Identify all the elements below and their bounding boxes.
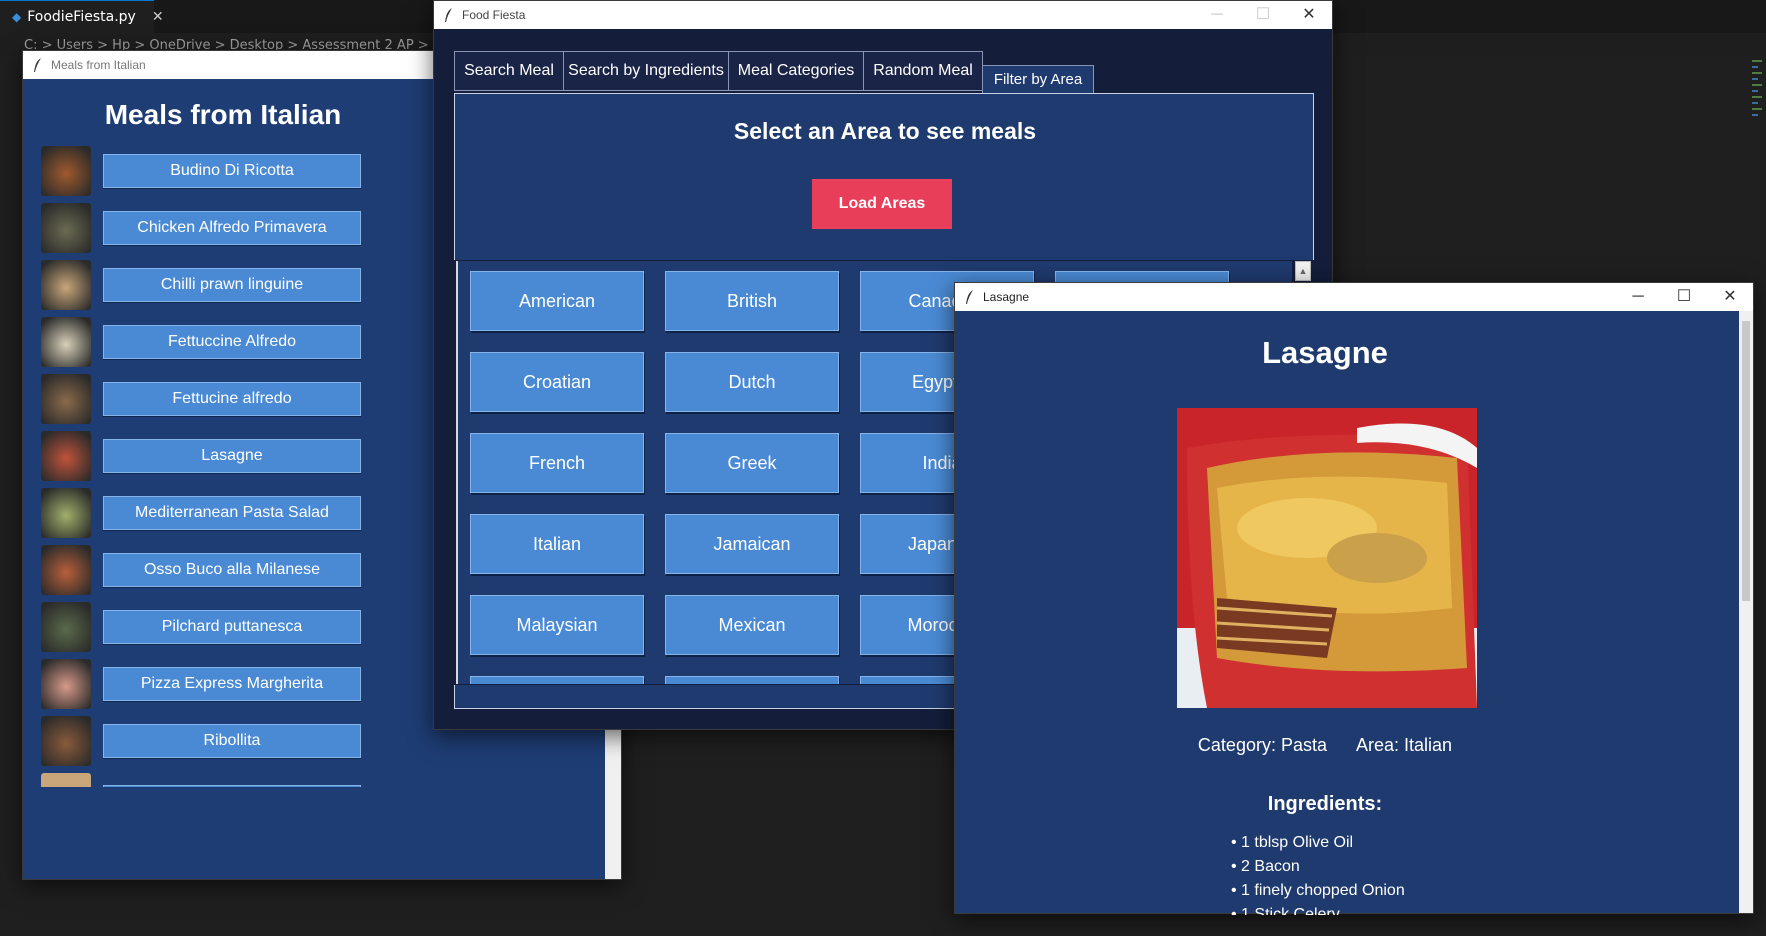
feather-icon — [445, 8, 452, 22]
meal-row: Fettucine alfredo — [41, 374, 371, 428]
area-button[interactable]: British — [665, 271, 839, 331]
close-icon[interactable]: ✕ — [1286, 1, 1332, 29]
meal-thumbnail — [41, 716, 91, 766]
maximize-icon[interactable]: ☐ — [1661, 283, 1707, 311]
feather-icon — [966, 290, 973, 304]
area-button[interactable]: Dutch — [665, 352, 839, 412]
ingredient-item: • 1 tblsp Olive Oil — [1231, 834, 1354, 851]
filter-area-panel: Select an Area to see meals Load Areas — [454, 93, 1314, 260]
meal-meta: Category: Pasta Area: Italian — [955, 735, 1695, 756]
fiesta-titlebar[interactable]: Food Fiesta ─ ☐ ✕ — [434, 1, 1332, 29]
minimize-icon[interactable]: ─ — [1615, 283, 1661, 311]
meal-button[interactable]: Mediterranean Pasta Salad — [103, 496, 361, 530]
ingredient-item: • 1 Stick Celery — [1231, 906, 1340, 915]
meal-thumbnail — [41, 431, 91, 481]
editor-tab[interactable]: ◆ FoodieFiesta.py ✕ — [0, 0, 164, 33]
meal-thumbnail — [41, 773, 91, 787]
ingredients-heading: Ingredients: — [1267, 793, 1383, 815]
meal-image — [1177, 408, 1477, 708]
meal-thumbnail — [41, 146, 91, 196]
meal-row: Pizza Express Margherita — [41, 659, 371, 713]
area-button[interactable]: Jamaican — [665, 514, 839, 574]
area-button[interactable]: Mexican — [665, 595, 839, 655]
area-button[interactable]: American — [470, 271, 644, 331]
meal-button[interactable]: Chilli prawn linguine — [103, 268, 361, 302]
meal-thumbnail — [41, 545, 91, 595]
area-button[interactable] — [470, 676, 644, 684]
meal-thumbnail — [41, 488, 91, 538]
load-areas-button[interactable]: Load Areas — [812, 179, 952, 229]
meal-title: Lasagne — [1262, 335, 1388, 370]
meal-category: Category: Pasta — [1197, 735, 1327, 755]
meal-row: Osso Buco alla Milanese — [41, 545, 371, 599]
meal-thumbnail — [41, 260, 91, 310]
meal-button[interactable]: Pizza Express Margherita — [103, 667, 361, 701]
meal-button[interactable]: Chicken Alfredo Primavera — [103, 211, 361, 245]
ingredient-list: • 1 tblsp Olive Oil • 2 Bacon • 1 finely c… — [1231, 831, 1405, 915]
area-heading: Select an Area to see meals — [733, 118, 1037, 144]
maximize-icon[interactable]: ☐ — [1240, 1, 1286, 29]
lasagne-scrollbar[interactable] — [1739, 311, 1753, 913]
area-button[interactable]: French — [470, 433, 644, 493]
meal-button[interactable]: Fettuccine Alfredo — [103, 325, 361, 359]
area-button[interactable]: Italian — [470, 514, 644, 574]
meal-button[interactable]: Budino Di Ricotta — [103, 154, 361, 188]
fiesta-window-title: Food Fiesta — [462, 8, 526, 22]
meal-row: Chicken Alfredo Primavera — [41, 203, 371, 257]
meal-row: Fettuccine Alfredo — [41, 317, 371, 371]
meal-thumbnail — [41, 374, 91, 424]
area-button[interactable]: Malaysian — [470, 595, 644, 655]
lasagne-window-title: Lasagne — [983, 290, 1030, 304]
meal-row: Ribollita — [41, 716, 371, 770]
meal-thumbnail — [41, 203, 91, 253]
minimize-icon[interactable]: ─ — [1194, 1, 1240, 29]
tab-search-by-ingredients[interactable]: Search by Ingredients — [563, 51, 729, 91]
tab-filter-by-area[interactable]: Filter by Area — [982, 65, 1094, 95]
meal-thumbnail — [41, 659, 91, 709]
close-icon[interactable]: ✕ — [152, 9, 164, 25]
meal-thumbnail — [41, 602, 91, 652]
area-button[interactable]: Croatian — [470, 352, 644, 412]
meal-button[interactable]: Ribollita — [103, 724, 361, 758]
lasagne-window: Lasagne ─ ☐ ✕ Lasagne Category: Pasta Ar… — [954, 282, 1754, 915]
editor-tab-label: FoodieFiesta.py — [27, 9, 136, 25]
area-button[interactable]: Greek — [665, 433, 839, 493]
meal-row: Lasagne — [41, 431, 371, 485]
meal-thumbnail — [41, 317, 91, 367]
meal-row: Mediterranean Pasta Salad — [41, 488, 371, 542]
meal-button[interactable]: Fettucine alfredo — [103, 382, 361, 416]
ingredient-item: • 1 finely chopped Onion — [1231, 882, 1405, 899]
meals-heading: Meals from Italian — [104, 99, 342, 130]
area-button[interactable] — [665, 676, 839, 684]
lasagne-titlebar[interactable]: Lasagne ─ ☐ ✕ — [955, 283, 1753, 311]
meal-button[interactable]: Lasagne — [103, 439, 361, 473]
tab-meal-categories[interactable]: Meal Categories — [728, 51, 864, 91]
python-file-icon: ◆ — [12, 10, 22, 24]
tab-random-meal[interactable]: Random Meal — [863, 51, 983, 91]
close-icon[interactable]: ✕ — [1707, 283, 1753, 311]
meal-row: Pilchard puttanesca — [41, 602, 371, 656]
meal-row: Budino Di Ricotta — [41, 146, 371, 200]
meal-button[interactable] — [103, 785, 361, 787]
ingredient-item: • 2 Bacon — [1231, 858, 1300, 875]
meal-row: Chilli prawn linguine — [41, 260, 371, 314]
meal-area: Area: Italian — [1356, 735, 1453, 755]
scrollbar-thumb[interactable] — [1742, 321, 1750, 601]
feather-icon — [34, 58, 41, 72]
area-scroll-up-arrow[interactable]: ▲ — [1295, 261, 1311, 281]
tab-search-meal[interactable]: Search Meal — [454, 51, 564, 91]
meal-button[interactable]: Osso Buco alla Milanese — [103, 553, 361, 587]
meals-window-title: Meals from Italian — [51, 58, 146, 72]
meal-button[interactable]: Pilchard puttanesca — [103, 610, 361, 644]
meal-row — [41, 773, 371, 787]
